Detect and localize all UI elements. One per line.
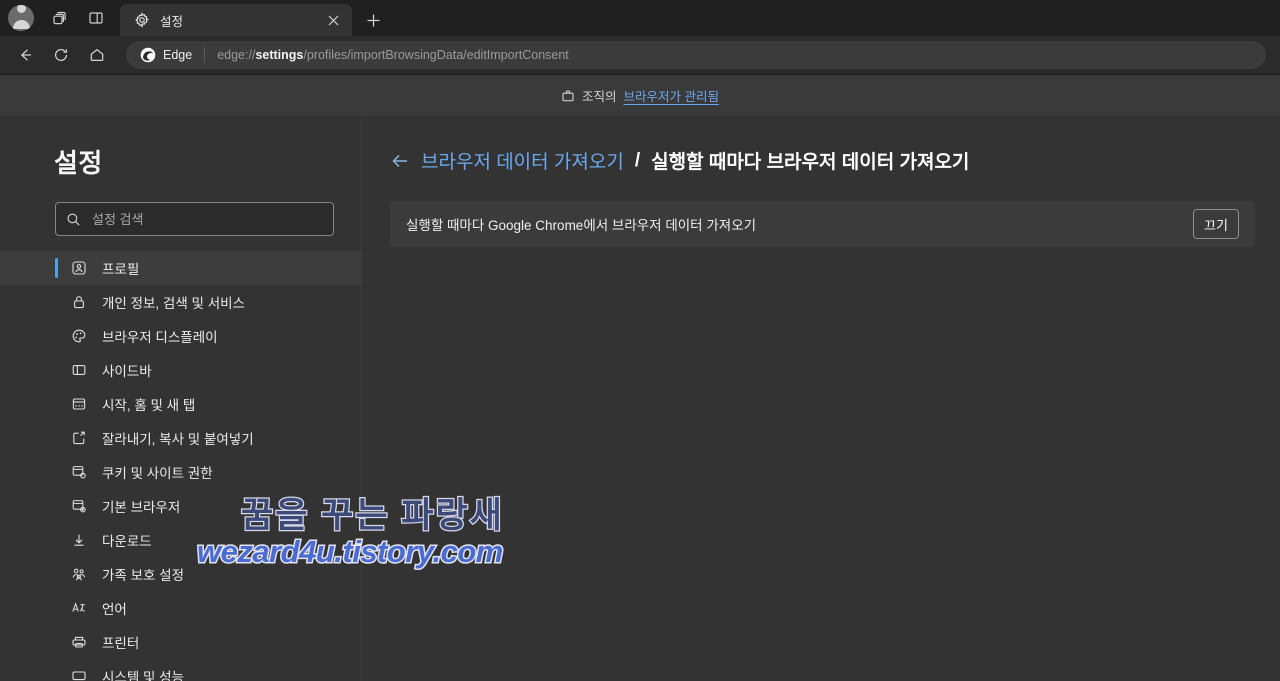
sidebar-item-label: 언어 <box>102 602 127 617</box>
download-icon <box>70 532 87 549</box>
url-suffix: /profiles/importBrowsingData/editImportC… <box>303 48 569 62</box>
briefcase-icon <box>562 90 574 101</box>
omnibox-divider <box>204 47 206 63</box>
panel-icon <box>89 12 103 24</box>
person-icon <box>16 5 26 13</box>
sidebar-item-downloads[interactable]: 다운로드 <box>0 523 361 557</box>
import-toggle-button[interactable]: 끄기 <box>1193 209 1239 239</box>
clipboard-share-icon <box>70 430 87 447</box>
breadcrumb-parent-link[interactable]: 브라우저 데이터 가져오기 <box>421 147 624 174</box>
gear-icon <box>135 12 150 28</box>
default-browser-icon <box>70 498 87 515</box>
sidebar-item-label: 브라우저 디스플레이 <box>102 330 218 345</box>
sidebar-item-label: 쿠키 및 사이트 권한 <box>102 466 213 481</box>
edge-logo-icon <box>140 47 156 63</box>
sidebar-item-label: 프로필 <box>102 262 140 277</box>
sidebar-item-label: 개인 정보, 검색 및 서비스 <box>102 296 245 311</box>
sidebar-item-cookies-permissions[interactable]: 쿠키 및 사이트 권한 <box>0 455 361 489</box>
back-arrow-icon <box>20 49 31 61</box>
sidebar-item-label: 다운로드 <box>102 534 152 549</box>
sidebar-item-cut-copy-paste[interactable]: 잘라내기, 복사 및 붙여넣기 <box>0 421 361 455</box>
sidebar-item-privacy[interactable]: 개인 정보, 검색 및 서비스 <box>0 285 361 319</box>
new-tab-button[interactable] <box>358 5 388 35</box>
system-icon <box>70 668 87 681</box>
managed-browser-link[interactable]: 브라우저가 관리됨 <box>624 86 719 105</box>
split-screen-button[interactable] <box>80 3 112 33</box>
breadcrumb-separator: / <box>634 149 641 171</box>
person-icon-body <box>12 20 30 29</box>
close-glyph <box>328 15 338 25</box>
printer-icon <box>70 634 87 651</box>
address-bar[interactable]: Edge edge://settings/profiles/importBrow… <box>126 41 1266 69</box>
tabstrip-left-controls <box>0 0 116 36</box>
sidebar-item-languages[interactable]: 언어 <box>0 591 361 625</box>
home-tab-icon <box>70 396 87 413</box>
sidebar-item-default-browser[interactable]: 기본 브라우저 <box>0 489 361 523</box>
plus-icon <box>367 14 379 26</box>
managed-browser-banner: 조직의 브라우저가 관리됨 <box>0 75 1280 117</box>
sidebar-item-family-safety[interactable]: 가족 보호 설정 <box>0 557 361 591</box>
breadcrumb-current: 실행할 때마다 브라우저 데이터 가져오기 <box>651 152 970 173</box>
settings-content: 브라우저 데이터 가져오기 / 실행할 때마다 브라우저 데이터 가져오기 실행… <box>362 117 1280 681</box>
sidebar-item-label: 시작, 홈 및 새 탭 <box>102 398 196 413</box>
browser-tab[interactable]: 설정 <box>120 4 352 36</box>
sidebar-item-label: 사이드바 <box>102 364 152 379</box>
search-icon <box>67 212 80 226</box>
settings-body: 설정 프로필 <box>0 117 1280 681</box>
back-arrow-icon[interactable] <box>390 151 410 171</box>
home-button[interactable] <box>80 40 114 70</box>
tab-title: 설정 <box>160 14 184 29</box>
profile-icon <box>70 260 87 277</box>
lock-icon <box>70 294 87 311</box>
reload-button[interactable] <box>44 40 78 70</box>
stacked-squares-icon <box>53 11 66 25</box>
tab-strip: 설정 <box>0 0 1280 36</box>
omnibox-url: edge://settings/profiles/importBrowsingD… <box>217 48 569 62</box>
url-prefix: edge:// <box>217 48 256 62</box>
family-icon <box>70 566 87 583</box>
sidebar-item-label: 시스템 및 성능 <box>102 670 185 681</box>
sidebar-item-label: 기본 브라우저 <box>102 500 181 515</box>
sidebar-item-label: 프린터 <box>102 636 140 651</box>
settings-nav-list: 프로필 개인 정보, 검색 및 서비스 브라우저 디스플레이 사이드바 시작, … <box>0 251 361 681</box>
sidebar-item-printers[interactable]: 프린터 <box>0 625 361 659</box>
sidebar-item-start-home-newtab[interactable]: 시작, 홈 및 새 탭 <box>0 387 361 421</box>
profile-avatar[interactable] <box>8 5 34 31</box>
palette-icon <box>70 328 87 345</box>
import-consent-card: 실행할 때마다 Google Chrome에서 브라우저 데이터 가져오기 끄기 <box>390 201 1255 247</box>
settings-page: 조직의 브라우저가 관리됨 설정 설정 검색 프로필 개인 정보, 검색 및 서… <box>0 74 1280 681</box>
url-highlight: settings <box>255 48 304 62</box>
workspaces-button[interactable] <box>44 3 76 33</box>
settings-sidebar: 설정 프로필 <box>0 117 362 681</box>
sidebar-item-label: 가족 보호 설정 <box>102 568 185 583</box>
language-icon <box>70 600 87 617</box>
reload-icon <box>55 49 67 61</box>
home-icon <box>90 48 104 61</box>
search-input[interactable] <box>92 211 323 227</box>
import-consent-label: 실행할 때마다 Google Chrome에서 브라우저 데이터 가져오기 <box>406 218 757 233</box>
sidebar-item-sidebar[interactable]: 사이드바 <box>0 353 361 387</box>
browser-toolbar: Edge edge://settings/profiles/importBrow… <box>0 36 1280 74</box>
sidebar-item-label: 잘라내기, 복사 및 붙여넣기 <box>102 432 254 447</box>
avatar <box>8 5 34 31</box>
omnibox-brand: Edge <box>163 48 193 62</box>
banner-text: 조직의 <box>582 90 617 104</box>
sidebar-item-appearance[interactable]: 브라우저 디스플레이 <box>0 319 361 353</box>
back-button[interactable] <box>8 40 42 70</box>
sidebar-item-system-performance[interactable]: 시스템 및 성능 <box>0 659 361 681</box>
sidebar-icon <box>70 362 87 379</box>
search-box[interactable] <box>55 202 334 236</box>
close-icon[interactable] <box>322 9 344 31</box>
breadcrumb: 브라우저 데이터 가져오기 / 실행할 때마다 브라우저 데이터 가져오기 <box>390 147 1280 174</box>
cookie-settings-icon <box>70 464 87 481</box>
sidebar-item-profile[interactable]: 프로필 <box>0 251 361 285</box>
page-title: 설정 <box>54 148 103 178</box>
